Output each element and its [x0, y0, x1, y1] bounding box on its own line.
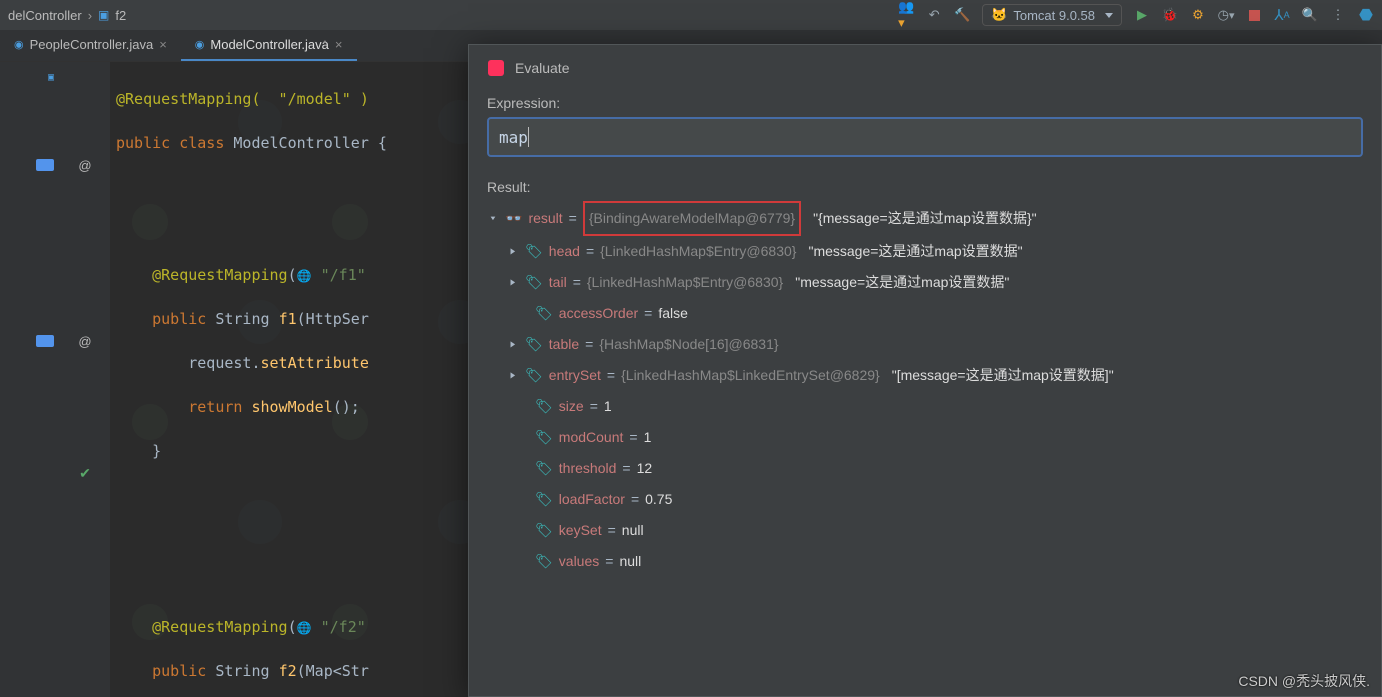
field-icon: 🏷 [525, 267, 543, 298]
tree-row-result[interactable]: 👓 result = {BindingAwareModelMap@6779} "… [487, 201, 1363, 236]
mapping-icon[interactable] [36, 159, 54, 171]
hammer-icon[interactable]: 🔨 [954, 7, 970, 23]
chevron-down-icon [1105, 13, 1113, 18]
chevron-right-icon[interactable] [507, 267, 519, 298]
check-icon[interactable]: ✔ [79, 465, 91, 482]
tree-row-tail[interactable]: 🏷 tail = {LinkedHashMap$Entry@6830} "mes… [507, 267, 1363, 298]
field-icon: 🏷 [535, 515, 553, 546]
profile-icon[interactable]: ◷▾ [1218, 7, 1234, 23]
chevron-right-icon[interactable] [507, 360, 519, 391]
tree-row-accessorder[interactable]: 🏷 accessOrder = false [535, 298, 1363, 329]
watermark: CSDN @秃头披风侠. [1238, 671, 1370, 691]
method-icon: ▣ [98, 8, 109, 22]
octo-icon[interactable]: ⬣ [1358, 7, 1374, 23]
translate-icon[interactable]: ⅄A [1274, 7, 1290, 23]
expression-input[interactable]: map [487, 117, 1363, 157]
globe-icon: 🌐 [297, 269, 312, 283]
tree-row-keyset[interactable]: 🏷 keySet = null [535, 515, 1363, 546]
top-bar: delController › ▣ f2 👥▾ ↶ 🔨 🐱 Tomcat 9.0… [0, 0, 1382, 30]
gutter: ▣ [0, 62, 60, 697]
field-icon: 🏷 [535, 422, 553, 453]
breadcrumb: delController › ▣ f2 [8, 8, 126, 23]
code-line[interactable]: @RequestMapping( "/model" ) [116, 90, 369, 108]
field-icon: 🏷 [535, 298, 553, 329]
tree-row-head[interactable]: 🏷 head = {LinkedHashMap$Entry@6830} "mes… [507, 236, 1363, 267]
pin-icon: • [323, 37, 326, 47]
undo-icon[interactable]: ↶ [926, 7, 942, 23]
tab-model-controller[interactable]: ◉ ModelController.java × • [181, 30, 357, 61]
intellij-icon [487, 59, 505, 77]
tab-label: ModelController.java [210, 37, 329, 52]
breadcrumb-separator: › [88, 8, 92, 23]
result-tree[interactable]: 👓 result = {BindingAwareModelMap@6779} "… [487, 201, 1363, 577]
result-label: Result: [487, 179, 1363, 195]
at-marker[interactable]: @ [78, 158, 91, 173]
debug-icon[interactable]: 🐞 [1162, 7, 1178, 23]
chevron-down-icon[interactable] [487, 203, 499, 234]
users-icon[interactable]: 👥▾ [898, 7, 914, 23]
tree-row-entryset[interactable]: 🏷 entrySet = {LinkedHashMap$LinkedEntryS… [507, 360, 1363, 391]
tree-row-modcount[interactable]: 🏷 modCount = 1 [535, 422, 1363, 453]
tree-row-loadfactor[interactable]: 🏷 loadFactor = 0.75 [535, 484, 1363, 515]
close-icon[interactable]: × [335, 37, 343, 52]
tree-row-size[interactable]: 🏷 size = 1 [535, 391, 1363, 422]
field-icon: 🏷 [535, 484, 553, 515]
tree-row-threshold[interactable]: 🏷 threshold = 12 [535, 453, 1363, 484]
more-icon[interactable]: ⋮ [1330, 7, 1346, 23]
chevron-right-icon[interactable] [507, 329, 519, 360]
expression-value: map [499, 128, 528, 147]
tree-row-values[interactable]: 🏷 values = null [535, 546, 1363, 577]
dialog-title: Evaluate [515, 60, 569, 76]
stop-icon[interactable] [1246, 7, 1262, 23]
evaluate-dialog: Evaluate Expression: map Result: 👓 resul… [468, 44, 1382, 697]
expression-label: Expression: [487, 95, 1363, 111]
tab-label: PeopleController.java [30, 37, 154, 52]
field-icon: 🏷 [535, 453, 553, 484]
field-icon: 🏷 [525, 360, 543, 391]
field-icon: 🏷 [525, 329, 543, 360]
search-icon[interactable]: 🔍 [1302, 7, 1318, 23]
toolbar: 👥▾ ↶ 🔨 🐱 Tomcat 9.0.58 ▶ 🐞 ⚙ ◷▾ ⅄A 🔍 ⋮ ⬣ [898, 4, 1374, 26]
watch-icon: 👓 [505, 203, 522, 234]
run-config-label: Tomcat 9.0.58 [1013, 8, 1095, 23]
field-icon: 🏷 [525, 236, 543, 267]
java-class-icon: ◉ [14, 38, 24, 51]
gutter-markers: @ @ ✔ [60, 62, 110, 697]
close-icon[interactable]: × [159, 37, 167, 52]
field-icon: 🏷 [535, 546, 553, 577]
run-icon[interactable]: ▶ [1134, 7, 1150, 23]
at-marker[interactable]: @ [78, 334, 91, 349]
breadcrumb-item[interactable]: f2 [115, 8, 126, 23]
tab-people-controller[interactable]: ◉ PeopleController.java × [0, 30, 181, 61]
run-configuration-selector[interactable]: 🐱 Tomcat 9.0.58 [982, 4, 1122, 26]
tree-row-table[interactable]: 🏷 table = {HashMap$Node[16]@6831} [507, 329, 1363, 360]
mapping-icon[interactable] [36, 335, 54, 347]
coverage-icon[interactable]: ⚙ [1190, 7, 1206, 23]
field-icon: 🏷 [535, 391, 553, 422]
tomcat-icon: 🐱 [991, 7, 1007, 23]
chevron-right-icon[interactable] [507, 236, 519, 267]
highlighted-objref: {BindingAwareModelMap@6779} [583, 201, 801, 236]
java-class-icon: ◉ [195, 38, 205, 51]
globe-icon: 🌐 [297, 621, 312, 635]
breadcrumb-item[interactable]: delController [8, 8, 82, 23]
